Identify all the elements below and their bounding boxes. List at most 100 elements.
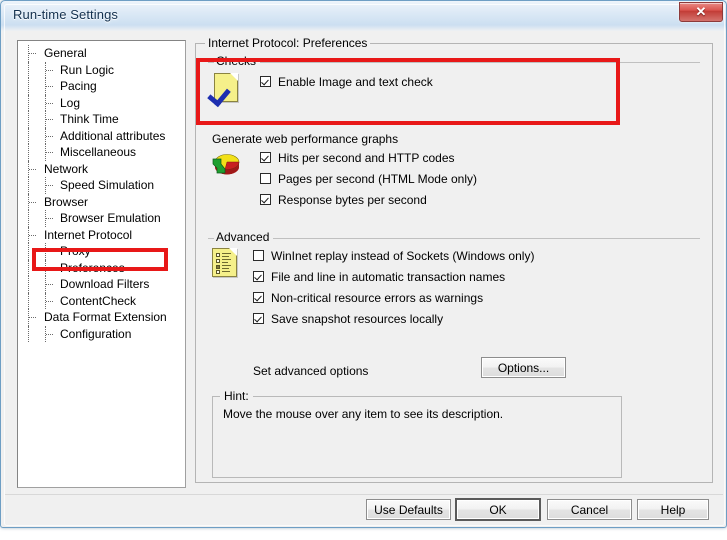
sidebar-item-label: Internet Protocol bbox=[44, 227, 133, 242]
checkbox-file-and-line[interactable] bbox=[253, 271, 264, 282]
tree-connector-line bbox=[28, 259, 30, 276]
checks-group-title: Checks bbox=[214, 54, 261, 68]
checkbox-pages-per-second[interactable] bbox=[260, 173, 271, 184]
sidebar-item-label: Data Format Extension bbox=[44, 310, 167, 324]
sidebar-item-label: ContentCheck bbox=[60, 293, 137, 308]
sidebar-item-label: Configuration bbox=[60, 326, 132, 341]
checkbox-non-critical-errors[interactable] bbox=[253, 292, 264, 303]
settings-tree: General Run Logic Pacing Log Think Time Addit… bbox=[18, 41, 185, 342]
checkbox-row-save-snapshot[interactable]: Save snapshot resources locally bbox=[253, 311, 443, 327]
tree-connector-dash bbox=[46, 218, 53, 220]
checkbox-response-bytes-per-second[interactable] bbox=[260, 194, 271, 205]
options-button[interactable]: Options... bbox=[481, 357, 566, 378]
sidebar-item-miscellaneous[interactable]: Miscellaneous bbox=[18, 144, 185, 161]
use-defaults-button[interactable]: Use Defaults bbox=[366, 499, 451, 520]
sidebar-item-label: Proxy bbox=[60, 244, 91, 258]
sidebar-item-speed-simulation[interactable]: Speed Simulation bbox=[18, 177, 185, 194]
hint-text: Move the mouse over any item to see its … bbox=[223, 407, 504, 421]
sidebar-item-proxy[interactable]: Proxy bbox=[18, 243, 185, 260]
sidebar-item-label: Browser bbox=[44, 194, 89, 209]
help-button[interactable]: Help bbox=[637, 499, 709, 520]
sidebar-item-label: Speed Simulation bbox=[60, 178, 155, 192]
checkbox-row-hits-per-second[interactable]: Hits per second and HTTP codes bbox=[260, 150, 455, 166]
hint-group: Hint: Move the mouse over any item to se… bbox=[212, 389, 622, 478]
sidebar-item-label: Log bbox=[60, 95, 81, 110]
sidebar-item-label: Miscellaneous bbox=[60, 145, 137, 159]
sidebar-item-label: Browser Emulation bbox=[60, 211, 161, 225]
sidebar-item-download-filters[interactable]: Download Filters bbox=[18, 276, 185, 293]
checkbox-wininet-replay[interactable] bbox=[253, 250, 264, 261]
sidebar-item-internet-protocol[interactable]: Internet Protocol bbox=[18, 226, 185, 243]
tree-connector-dash bbox=[46, 300, 53, 303]
checkbox-label: WinInet replay instead of Sockets (Windo… bbox=[271, 249, 535, 263]
checkbox-enable-image-text-check[interactable] bbox=[260, 76, 271, 87]
pie-chart-icon bbox=[211, 149, 241, 181]
checkbox-row-response-bytes-per-second[interactable]: Response bytes per second bbox=[260, 192, 427, 208]
checkbox-label: Hits per second and HTTP codes bbox=[278, 151, 455, 165]
sidebar-item-data-format-extension[interactable]: Data Format Extension bbox=[18, 309, 185, 326]
close-button[interactable]: ✕ bbox=[679, 2, 723, 22]
checkbox-save-snapshot[interactable] bbox=[253, 313, 264, 324]
set-advanced-options-label: Set advanced options bbox=[253, 364, 369, 378]
tree-connector-dash bbox=[29, 201, 36, 204]
tree-connector-line bbox=[28, 127, 30, 144]
tree-connector-dash bbox=[29, 53, 36, 55]
yellow-form-list-icon bbox=[210, 247, 240, 279]
tree-connector-dash bbox=[46, 69, 53, 72]
checkbox-row-enable-image-text-check[interactable]: Enable Image and text check bbox=[260, 74, 433, 90]
cancel-button[interactable]: Cancel bbox=[547, 499, 632, 520]
sidebar-item-label: Network bbox=[44, 161, 89, 176]
tree-connector-dash bbox=[46, 284, 53, 286]
checkbox-hits-per-second[interactable] bbox=[260, 152, 271, 163]
sidebar-item-label: Additional attributes bbox=[60, 128, 166, 143]
sidebar-item-pacing[interactable]: Pacing bbox=[18, 78, 185, 95]
preferences-group-title: Internet Protocol: Preferences bbox=[205, 36, 371, 50]
sidebar-item-label: General bbox=[44, 46, 87, 60]
sidebar-item-browser-emulation[interactable]: Browser Emulation bbox=[18, 210, 185, 227]
sidebar-item-configuration[interactable]: Configuration bbox=[18, 325, 185, 342]
graphs-group-title: Generate web performance graphs bbox=[210, 132, 403, 146]
sidebar-item-log[interactable]: Log bbox=[18, 94, 185, 111]
sidebar-item-general[interactable]: General bbox=[18, 45, 185, 62]
advanced-group-title: Advanced bbox=[214, 230, 274, 244]
tree-connector-dash bbox=[46, 119, 53, 121]
tree-connector-line bbox=[28, 94, 30, 111]
sidebar-item-think-time[interactable]: Think Time bbox=[18, 111, 185, 128]
sidebar-item-contentcheck[interactable]: ContentCheck bbox=[18, 292, 185, 309]
tree-connector-line bbox=[28, 276, 30, 293]
title-bar[interactable]: Run-time Settings ✕ bbox=[1, 1, 726, 31]
tree-connector-dash bbox=[46, 267, 53, 270]
checkbox-label: File and line in automatic transaction n… bbox=[271, 270, 506, 284]
runtime-settings-dialog: Run-time Settings ✕ General Run Logic Paci… bbox=[0, 0, 727, 528]
tree-connector-dash bbox=[29, 168, 36, 171]
sidebar-item-preferences[interactable]: Preferences bbox=[18, 259, 185, 276]
tree-connector-line bbox=[28, 210, 30, 227]
tree-connector-dash bbox=[46, 86, 53, 88]
checkbox-row-pages-per-second[interactable]: Pages per second (HTML Mode only) bbox=[260, 171, 477, 187]
tree-connector-line bbox=[28, 111, 30, 128]
checkbox-row-file-and-line[interactable]: File and line in automatic transaction n… bbox=[253, 269, 505, 285]
tree-connector-dash bbox=[46, 251, 53, 253]
tree-connector-line bbox=[28, 78, 30, 95]
sidebar-item-label: Preferences bbox=[60, 260, 125, 275]
tree-connector-dash bbox=[46, 102, 53, 105]
tree-connector-dash bbox=[46, 333, 53, 336]
tree-connector-line bbox=[28, 144, 30, 161]
checkbox-row-non-critical-errors[interactable]: Non-critical resource errors as warnings bbox=[253, 290, 483, 306]
tree-connector-dash bbox=[46, 185, 53, 187]
dialog-body: General Run Logic Pacing Log Think Time Addit… bbox=[5, 31, 723, 524]
sidebar-item-label: Run Logic bbox=[60, 62, 115, 77]
sidebar-item-additional-attributes[interactable]: Additional attributes bbox=[18, 127, 185, 144]
ok-button[interactable]: OK bbox=[455, 498, 541, 521]
preferences-group: Internet Protocol: Preferences Checks En… bbox=[195, 36, 713, 483]
checks-group: Checks bbox=[208, 54, 700, 118]
sidebar-item-browser[interactable]: Browser bbox=[18, 193, 185, 210]
window-title: Run-time Settings bbox=[13, 7, 119, 22]
checkbox-row-wininet-replay[interactable]: WinInet replay instead of Sockets (Windo… bbox=[253, 248, 534, 264]
settings-tree-panel[interactable]: General Run Logic Pacing Log Think Time Addit… bbox=[17, 40, 186, 488]
sidebar-item-run-logic[interactable]: Run Logic bbox=[18, 61, 185, 78]
sidebar-item-network[interactable]: Network bbox=[18, 160, 185, 177]
checkbox-label: Enable Image and text check bbox=[278, 75, 433, 89]
tree-connector-line bbox=[28, 292, 30, 309]
sidebar-item-label: Pacing bbox=[60, 79, 97, 93]
